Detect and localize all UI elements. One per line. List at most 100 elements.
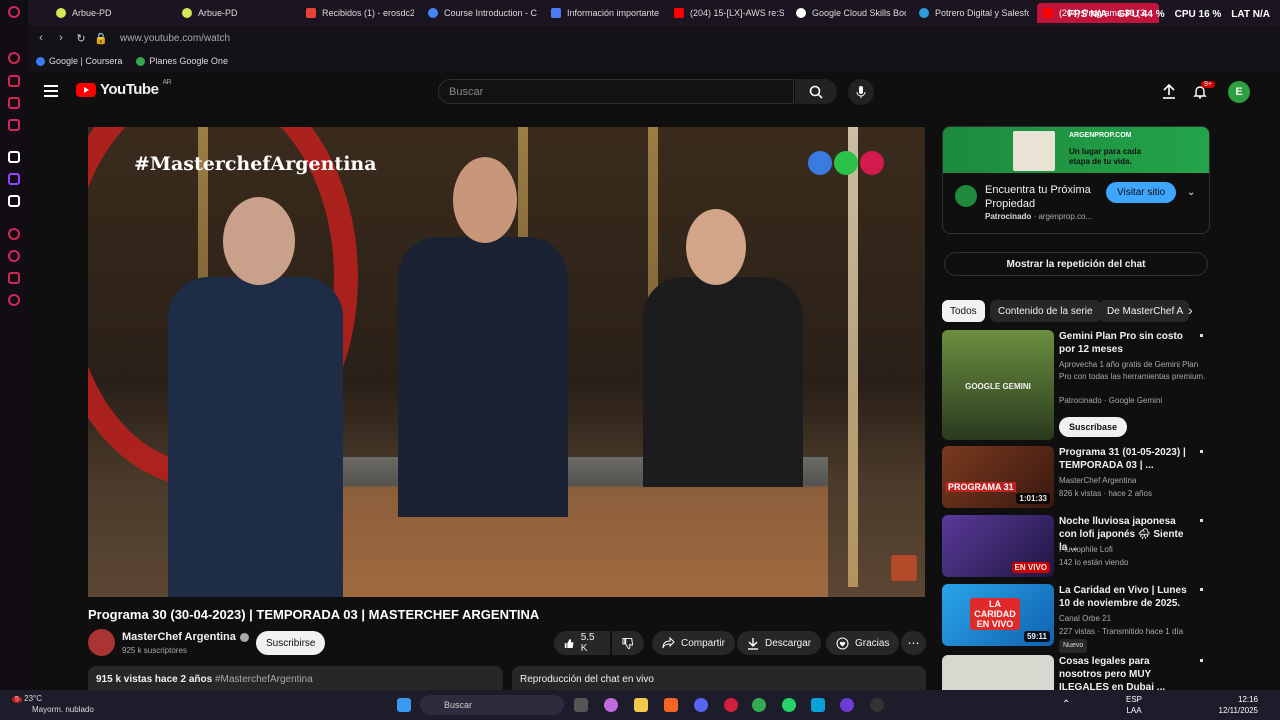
opera-gx-icon[interactable] bbox=[724, 698, 738, 712]
voice-search-button[interactable] bbox=[848, 79, 874, 105]
messenger-icon[interactable] bbox=[8, 97, 20, 109]
recommendation-channel[interactable]: Pluviophile Lofi bbox=[1059, 544, 1209, 556]
gx-icon[interactable] bbox=[8, 119, 20, 131]
tab[interactable]: Google Cloud Skills Boo bbox=[796, 3, 906, 23]
tab[interactable]: Información importante bbox=[551, 3, 661, 23]
ad-title: Encuentra tu Próxima Propiedad bbox=[985, 184, 1091, 210]
x-icon[interactable] bbox=[8, 195, 20, 207]
discord-icon[interactable] bbox=[694, 698, 708, 712]
bookmark-item[interactable]: Google | Coursera bbox=[36, 56, 122, 66]
more-options-icon[interactable] bbox=[1200, 450, 1203, 461]
subscribe-button[interactable]: Suscribirse bbox=[256, 631, 326, 655]
upload-button[interactable] bbox=[1162, 83, 1176, 104]
player-icon[interactable] bbox=[8, 228, 20, 240]
recommendation-item[interactable]: LA CARIDAD EN VIVO 59:11 La Caridad en V… bbox=[942, 584, 1210, 653]
google-one-icon bbox=[136, 56, 146, 66]
app-icon[interactable] bbox=[811, 698, 825, 712]
copilot-icon[interactable] bbox=[604, 698, 618, 712]
menu-icon[interactable] bbox=[44, 85, 58, 97]
brave-icon[interactable] bbox=[664, 698, 678, 712]
ad-banner[interactable]: ARGENPROP.COM Un lugar para cada etapa d… bbox=[943, 127, 1209, 173]
recommendation-meta: Patrocinado · Google Gemini bbox=[1059, 396, 1163, 405]
opera-logo-icon[interactable] bbox=[8, 6, 20, 18]
taskbar-search[interactable]: Buscar bbox=[420, 695, 564, 715]
visit-site-button[interactable]: Visitar sitio bbox=[1106, 182, 1177, 203]
chevron-up-icon[interactable]: ⌃ bbox=[1062, 699, 1070, 710]
tab[interactable]: Course Introduction - C bbox=[428, 3, 538, 23]
clock[interactable]: 12:16 12/11/2025 bbox=[1219, 694, 1258, 716]
history-icon[interactable] bbox=[8, 250, 20, 262]
like-button[interactable]: 5.5 K bbox=[554, 631, 610, 655]
recommendation-channel[interactable]: Canal Orbe 21 bbox=[1059, 613, 1209, 625]
bookmark-item[interactable]: Planes Google One bbox=[136, 56, 228, 66]
show-chat-replay-button[interactable]: Mostrar la repetición del chat bbox=[944, 252, 1208, 276]
channel-watermark[interactable] bbox=[891, 555, 917, 581]
dislike-button[interactable] bbox=[612, 631, 644, 655]
tab[interactable]: Potrero Digital y Salesfo bbox=[919, 3, 1029, 23]
thanks-icon bbox=[836, 637, 849, 649]
bookmark-label: Planes Google One bbox=[149, 56, 228, 66]
download-button[interactable]: Descargar bbox=[737, 631, 822, 655]
recommendation-channel[interactable]: MasterChef Argentina bbox=[1059, 475, 1209, 487]
recommendation-item[interactable]: Cosas legales para nosotros pero MUY ILE… bbox=[942, 655, 1210, 690]
chip-from-masterchef[interactable]: De MasterChef A bbox=[1099, 300, 1189, 322]
judge-left-head bbox=[223, 197, 295, 285]
whatsapp-icon[interactable] bbox=[782, 698, 796, 712]
app-icon[interactable] bbox=[840, 698, 854, 712]
channel-name-row[interactable]: MasterChef Argentina bbox=[122, 631, 249, 643]
download-icon bbox=[748, 637, 758, 650]
chrome-icon[interactable] bbox=[752, 698, 766, 712]
description-hashtag[interactable]: #MasterchefArgentina bbox=[215, 674, 313, 685]
subscribe-cta-button[interactable]: Suscríbase bbox=[1059, 417, 1128, 437]
chip-all[interactable]: Todos bbox=[942, 300, 985, 322]
chevron-right-icon[interactable]: › bbox=[1188, 302, 1193, 318]
forward-icon[interactable]: › bbox=[54, 32, 68, 44]
recommendation-item[interactable]: PROGRAMA 31 1:01:33 Programa 31 (01-05-2… bbox=[942, 446, 1210, 508]
more-options-icon[interactable] bbox=[1200, 334, 1203, 345]
file-explorer-icon[interactable] bbox=[634, 698, 648, 712]
chip-series-content[interactable]: Contenido de la serie bbox=[990, 300, 1101, 322]
language-indicator[interactable]: ESP LAA bbox=[1126, 694, 1142, 716]
recommendation-thumbnail[interactable]: PROGRAMA 31 1:01:33 bbox=[942, 446, 1054, 508]
twitch-icon[interactable] bbox=[8, 173, 20, 185]
weather-widget[interactable]: 5 23°C Mayorm. nublado bbox=[12, 694, 94, 715]
recommendation-thumbnail[interactable]: LA CARIDAD EN VIVO 59:11 bbox=[942, 584, 1054, 646]
tiktok-icon[interactable] bbox=[8, 151, 20, 163]
back-icon[interactable]: ‹ bbox=[34, 32, 48, 44]
reload-icon[interactable]: ↻ bbox=[74, 32, 88, 45]
chevron-down-icon[interactable]: ⌄ bbox=[1187, 187, 1195, 198]
share-button[interactable]: Compartir bbox=[652, 631, 735, 655]
share-icon bbox=[662, 637, 675, 649]
thanks-button[interactable]: Gracias bbox=[826, 631, 900, 655]
app-icon[interactable] bbox=[870, 698, 884, 712]
tab[interactable]: (204) 15-[LX]-AWS re:St bbox=[674, 3, 784, 23]
windows-start-icon[interactable] bbox=[397, 698, 411, 712]
recommendation-thumbnail[interactable]: EN VIVO bbox=[942, 515, 1054, 577]
search-button[interactable] bbox=[795, 79, 837, 104]
search-input[interactable]: Buscar bbox=[438, 79, 794, 104]
tab[interactable]: Arbue-PD bbox=[56, 3, 166, 23]
avatar[interactable]: E bbox=[1228, 81, 1250, 103]
extensions-icon[interactable] bbox=[8, 272, 20, 284]
settings-icon[interactable] bbox=[8, 294, 20, 306]
system-tray[interactable] bbox=[1155, 699, 1203, 711]
tab[interactable]: Recibidos (1) - erosdc20 bbox=[306, 3, 414, 23]
channel-avatar[interactable] bbox=[88, 629, 115, 656]
video-player[interactable]: #MasterchefArgentina bbox=[88, 127, 925, 597]
url-field[interactable]: www.youtube.com/watch bbox=[120, 33, 230, 44]
aria-icon[interactable] bbox=[8, 52, 20, 64]
more-options-icon[interactable] bbox=[1200, 659, 1203, 670]
recommendation-ad[interactable]: GOOGLE GEMINI Gemini Plan Pro sin costo … bbox=[942, 330, 1210, 440]
more-actions-button[interactable]: ⋯ bbox=[901, 631, 926, 655]
sidebar-ad[interactable]: ARGENPROP.COM Un lugar para cada etapa d… bbox=[942, 126, 1210, 234]
tab[interactable]: Arbue-PD bbox=[182, 3, 292, 23]
more-options-icon[interactable] bbox=[1200, 588, 1203, 599]
recommendation-thumbnail[interactable] bbox=[942, 655, 1054, 690]
recommendation-item[interactable]: EN VIVO Noche lluviosa japonesa con lofi… bbox=[942, 515, 1210, 577]
task-view-icon[interactable] bbox=[574, 698, 588, 712]
more-options-icon[interactable] bbox=[1200, 519, 1203, 530]
shop-icon[interactable] bbox=[8, 75, 20, 87]
youtube-logo[interactable]: YouTube AR bbox=[76, 79, 172, 98]
recommendation-thumbnail[interactable]: GOOGLE GEMINI bbox=[942, 330, 1054, 440]
recommendation-title: Cosas legales para nosotros pero MUY ILE… bbox=[1059, 656, 1166, 690]
